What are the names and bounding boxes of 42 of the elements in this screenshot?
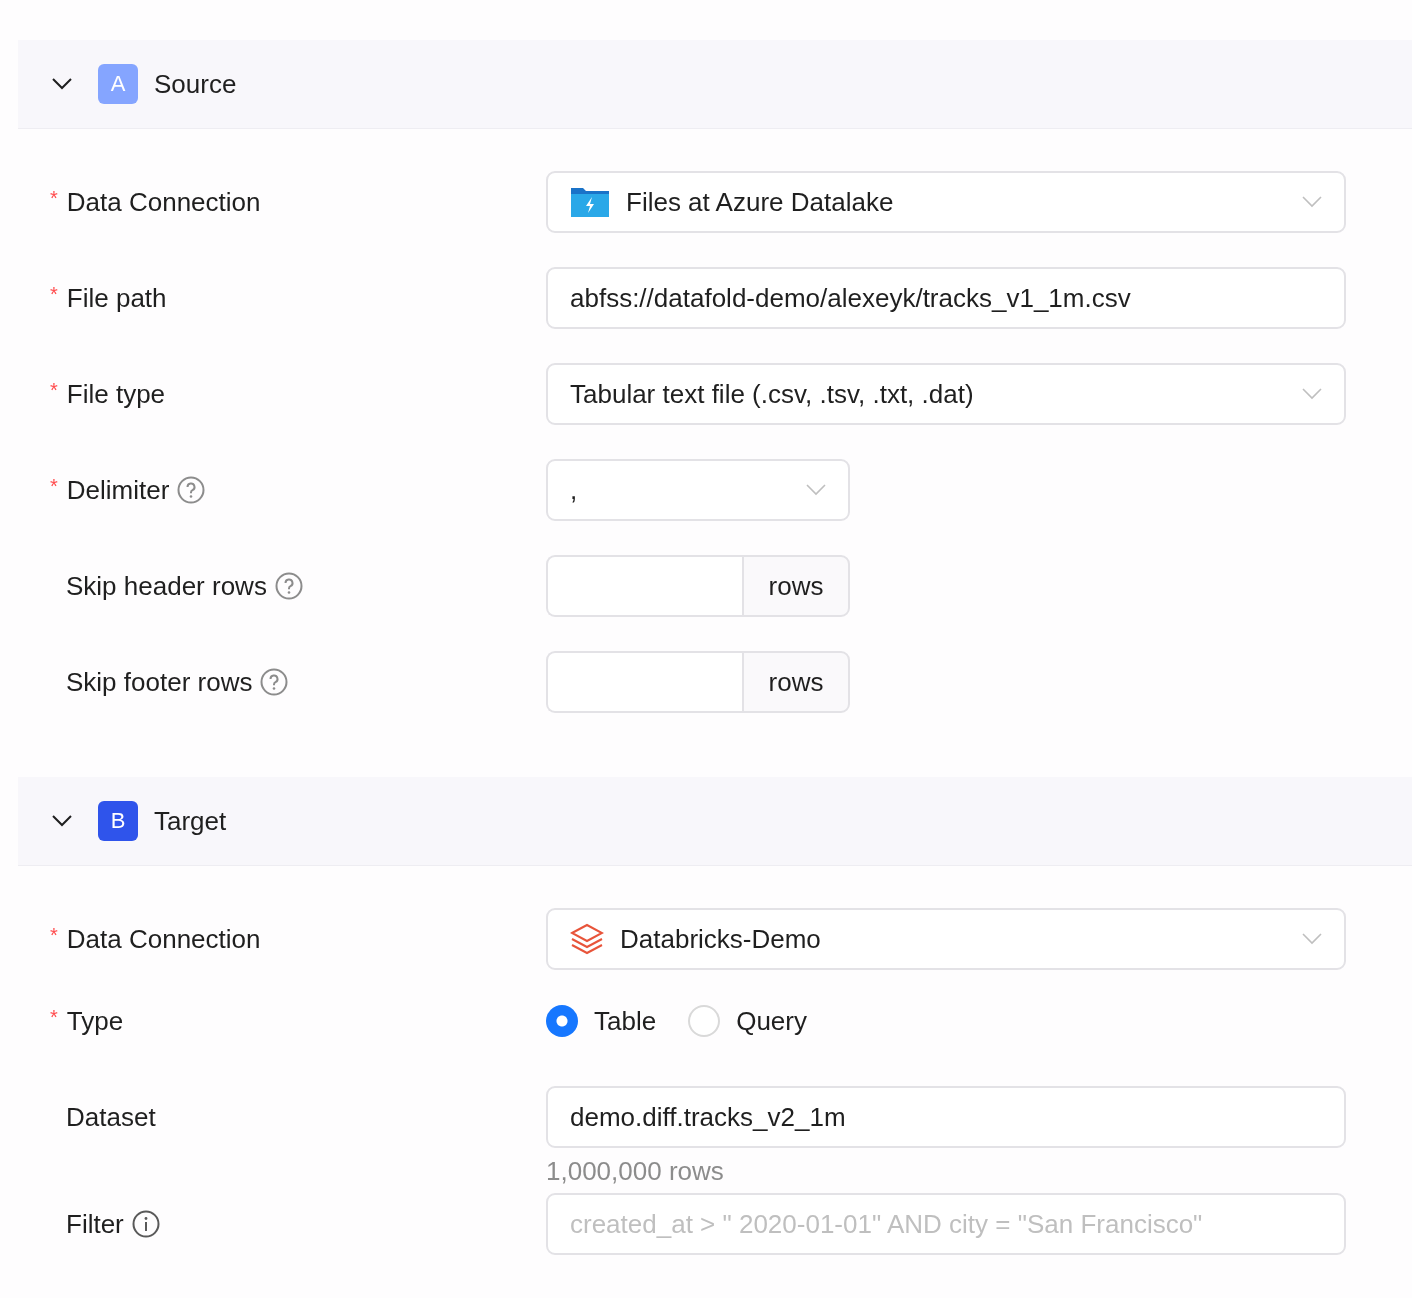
- field-label: Skip footer rows: [66, 666, 253, 698]
- radio-option[interactable]: Query: [688, 1005, 807, 1037]
- field-label: Skip header rows: [66, 570, 267, 602]
- field-label: Type: [66, 1005, 124, 1037]
- required-asterisk: *: [50, 282, 58, 306]
- unit-addon: rows: [742, 555, 850, 617]
- number-field[interactable]: [546, 555, 742, 617]
- help-icon[interactable]: [260, 668, 289, 696]
- required-asterisk: *: [50, 186, 58, 210]
- row-count-text: 1,000,000 rows: [546, 1156, 725, 1187]
- required-asterisk: *: [50, 923, 58, 947]
- help-icon[interactable]: [177, 476, 206, 504]
- text-field[interactable]: demo.diff.tracks_v2_1m: [546, 1086, 1346, 1148]
- required-asterisk: *: [50, 474, 58, 498]
- text-field[interactable]: created_at > " 2020-01-01" AND city = "San Francisco": [546, 1193, 1346, 1255]
- select-field[interactable]: Files at Azure Datalake: [546, 171, 1346, 233]
- help-icon[interactable]: [274, 572, 303, 600]
- text-field[interactable]: abfss://datafold-demo/alexeyk/tracks_v1_1m.csv: [546, 267, 1346, 329]
- section-badge: A: [98, 64, 138, 104]
- select-field[interactable]: ,: [546, 459, 850, 521]
- section-badge: B: [98, 801, 138, 841]
- radio-option[interactable]: Table: [546, 1005, 657, 1037]
- section-title: Target: [154, 805, 227, 837]
- chevron-down-icon: [1302, 196, 1322, 208]
- field-label: File type: [66, 378, 166, 410]
- field-label: Delimiter: [66, 474, 170, 506]
- required-asterisk: *: [50, 1005, 58, 1029]
- number-field[interactable]: [546, 651, 742, 713]
- required-asterisk: *: [50, 378, 58, 402]
- field-label: Dataset: [66, 1101, 156, 1133]
- section-title: Source: [154, 68, 237, 100]
- info-icon[interactable]: [131, 1210, 160, 1238]
- select-field[interactable]: Databricks-Demo: [546, 908, 1346, 970]
- field-label: Data Connection: [66, 186, 261, 218]
- field-label: Data Connection: [66, 923, 261, 955]
- select-field[interactable]: Tabular text file (.csv, .tsv, .txt, .dat): [546, 363, 1346, 425]
- chevron-down-icon: [1302, 933, 1322, 945]
- field-label: Filter: [66, 1208, 124, 1240]
- unit-addon: rows: [742, 651, 850, 713]
- chevron-down-icon: [806, 484, 826, 496]
- chevron-down-icon: [1302, 388, 1322, 400]
- field-label: File path: [66, 282, 167, 314]
